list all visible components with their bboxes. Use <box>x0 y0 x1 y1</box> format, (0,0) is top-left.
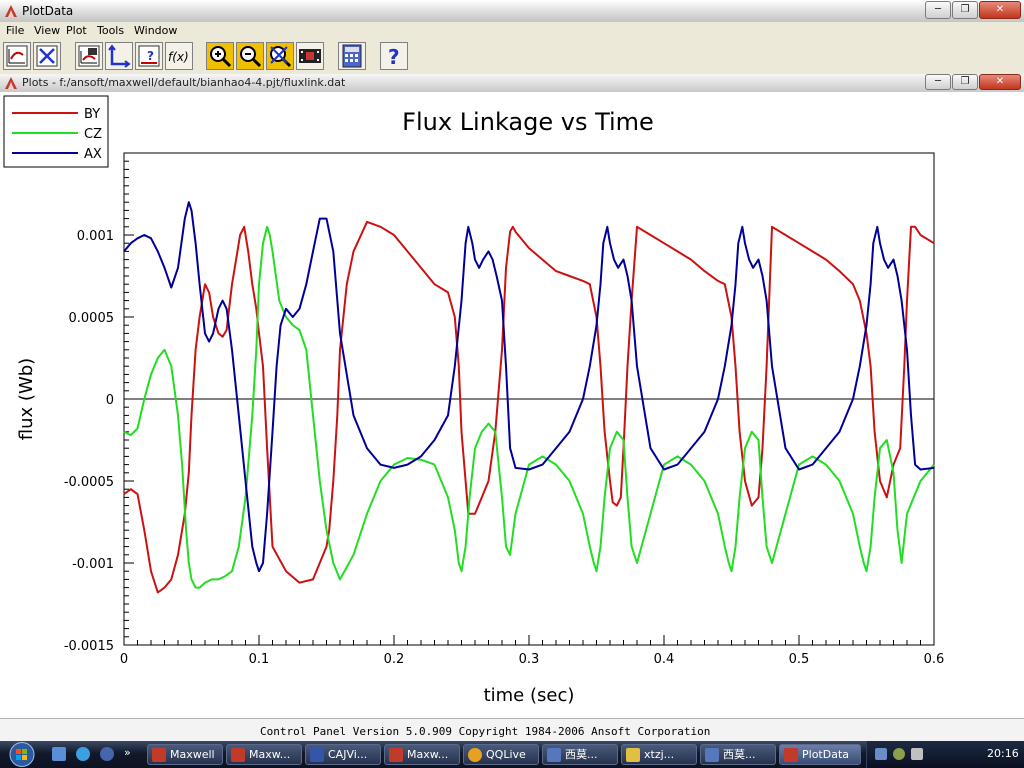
tray-volume-icon[interactable] <box>893 748 905 760</box>
zoom-out-icon[interactable] <box>236 42 264 70</box>
legend-label-ax: AX <box>84 147 102 162</box>
function-icon[interactable]: f(x) <box>165 42 193 70</box>
app-title-bar[interactable]: PlotData ─ ❐ ✕ <box>0 0 1024 23</box>
x-tick-label: 0.5 <box>789 652 810 667</box>
axes-icon[interactable] <box>105 42 133 70</box>
plot-window-icon[interactable] <box>3 42 31 70</box>
help-icon[interactable]: ? <box>380 42 408 70</box>
x-tick-label: 0 <box>120 652 128 667</box>
series-line-by <box>123 220 935 594</box>
y-tick-label: 0.001 <box>77 229 114 244</box>
y-tick-label: -0.001 <box>72 557 114 572</box>
help-plot-icon[interactable]: ? <box>135 42 163 70</box>
x-tick-label: 0.2 <box>384 652 405 667</box>
status-text: Control Panel Version 5.0.909 Copyright … <box>260 725 711 738</box>
function-label: f(x) <box>168 50 189 64</box>
tray-app-icon[interactable] <box>911 748 923 760</box>
plot-maximize-button[interactable]: ❐ <box>952 74 978 90</box>
taskbar-item-maxwell[interactable]: Maxwell <box>147 744 223 765</box>
menu-file[interactable]: File <box>6 24 24 37</box>
plot-close-button[interactable]: ✕ <box>979 74 1021 90</box>
plot-area[interactable]: 0.001 0.0005 0 -0.0005 -0.001 -0.0015 0 0.1 0.2 0… <box>0 92 1024 719</box>
start-button[interactable] <box>4 741 40 768</box>
clock: 20:16 <box>987 747 1019 760</box>
app-title: PlotData <box>22 4 74 18</box>
taskbar-item-cajviewer[interactable]: CAJVi... <box>305 744 381 765</box>
plot-window-title-bar[interactable]: Plots - f:/ansoft/maxwell/default/bianha… <box>0 74 1024 93</box>
menu-plot[interactable]: Plot <box>66 24 87 37</box>
y-tick-label: 0.0005 <box>69 311 115 326</box>
calculator-icon[interactable] <box>338 42 366 70</box>
svg-text:?: ? <box>147 49 154 63</box>
toolbar: ? f(x) ? <box>0 39 1024 75</box>
menu-window[interactable]: Window <box>134 24 177 37</box>
menu-bar: File View Plot Tools Window <box>0 22 1024 39</box>
legend: BY CZ AX <box>3 95 109 168</box>
taskbar-item-plotdata[interactable]: PlotData <box>779 744 861 765</box>
chart-title: Flux Linkage vs Time <box>402 108 654 136</box>
minimize-button[interactable]: ─ <box>925 1 951 19</box>
y-tick-label: -0.0015 <box>64 639 114 654</box>
quicklaunch-media-icon[interactable] <box>100 747 114 761</box>
flux-chart: 0.001 0.0005 0 -0.0005 -0.001 -0.0015 0 0.1 0.2 0… <box>3 95 945 706</box>
y-tick-label: -0.0005 <box>64 475 114 490</box>
quicklaunch-chevron-icon[interactable]: » <box>124 746 131 759</box>
x-tick-label: 0.4 <box>654 652 675 667</box>
zoom-fit-icon[interactable] <box>266 42 294 70</box>
taskbar-item-maxwell-3[interactable]: Maxw... <box>384 744 460 765</box>
plot-window-title: Plots - f:/ansoft/maxwell/default/bianha… <box>22 76 346 89</box>
clear-plot-icon[interactable] <box>33 42 61 70</box>
series-line-cz <box>123 225 935 589</box>
x-axis-label: time (sec) <box>484 685 575 706</box>
maximize-button[interactable]: ❐ <box>952 1 978 19</box>
plot-window-app-icon <box>5 77 17 89</box>
y-axis-label: flux (Wb) <box>16 358 37 440</box>
status-bar: Control Panel Version 5.0.909 Copyright … <box>0 719 1024 741</box>
taskbar: » Maxwell Maxw... CAJVi... Maxw... QQLiv… <box>0 741 1024 768</box>
x-tick-label: 0.1 <box>249 652 270 667</box>
taskbar-item-ximo[interactable]: 西莫... <box>542 744 618 765</box>
app-icon <box>5 5 17 17</box>
x-tick-label: 0.3 <box>519 652 540 667</box>
legend-label-cz: CZ <box>84 127 102 142</box>
close-button[interactable]: ✕ <box>979 1 1021 19</box>
legend-label-by: BY <box>84 107 100 122</box>
quicklaunch-ie-icon[interactable] <box>76 747 90 761</box>
add-plot-icon[interactable] <box>75 42 103 70</box>
film-icon[interactable] <box>296 42 324 70</box>
x-tick-label: 0.6 <box>924 652 945 667</box>
y-tick-label: 0 <box>106 393 114 408</box>
quicklaunch-desktop-icon[interactable] <box>52 747 66 761</box>
taskbar-item-ximo-2[interactable]: 西莫... <box>700 744 776 765</box>
zoom-in-icon[interactable] <box>206 42 234 70</box>
plot-minimize-button[interactable]: ─ <box>925 74 951 90</box>
plot-window-controls: ─ ❐ ✕ <box>925 74 1021 92</box>
system-tray: 20:16 <box>866 741 1024 768</box>
taskbar-item-maxwell-2[interactable]: Maxw... <box>226 744 302 765</box>
help-label: ? <box>388 45 400 69</box>
taskbar-item-xtzj[interactable]: xtzj... <box>621 744 697 765</box>
menu-view[interactable]: View <box>34 24 60 37</box>
window-controls: ─ ❐ ✕ <box>925 1 1021 19</box>
menu-tools[interactable]: Tools <box>97 24 124 37</box>
taskbar-item-qqlive[interactable]: QQLive <box>463 744 539 765</box>
series-line-ax <box>123 201 935 573</box>
tray-network-icon[interactable] <box>875 748 887 760</box>
